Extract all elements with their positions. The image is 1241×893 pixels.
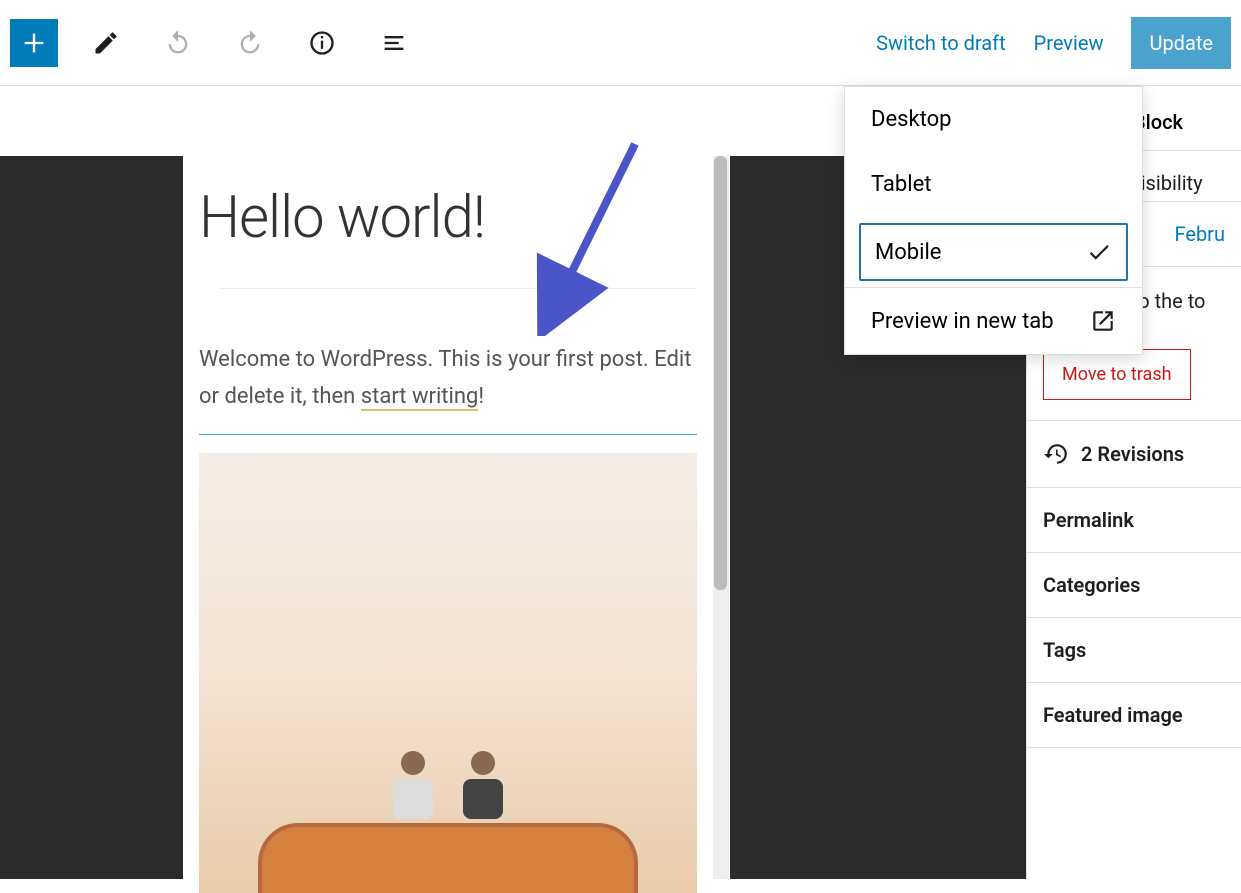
canvas-bg-left <box>0 156 183 879</box>
scrollbar-thumb[interactable] <box>714 156 727 590</box>
preview-new-tab-label: Preview in new tab <box>871 309 1054 334</box>
info-icon <box>308 29 336 57</box>
details-button[interactable] <box>298 19 346 67</box>
publish-date-link[interactable]: Febru <box>1175 222 1226 246</box>
redo-icon <box>236 29 264 57</box>
image-figure-2 <box>458 751 508 831</box>
start-writing-link[interactable]: start writing <box>361 384 479 411</box>
block-select-line <box>199 434 697 435</box>
image-van <box>258 823 638 893</box>
preview-new-tab[interactable]: Preview in new tab <box>845 288 1142 354</box>
mobile-preview-frame: Hello world! Welcome to WordPress. This … <box>183 156 713 879</box>
list-view-icon <box>380 29 408 57</box>
history-icon <box>1043 441 1069 467</box>
post-paragraph[interactable]: Welcome to WordPress. This is your first… <box>199 341 697 416</box>
plus-icon <box>20 29 48 57</box>
tools-button[interactable] <box>82 19 130 67</box>
preview-dropdown: Desktop Tablet Mobile Preview in new tab <box>844 86 1143 355</box>
toolbar-right: Switch to draft Preview Update <box>876 17 1231 69</box>
categories-panel[interactable]: Categories <box>1027 553 1241 618</box>
redo-button[interactable] <box>226 19 274 67</box>
revisions-row[interactable]: 2 Revisions <box>1027 421 1241 488</box>
toolbar-left <box>10 19 418 67</box>
canvas-scrollbar[interactable] <box>712 156 729 879</box>
outline-button[interactable] <box>370 19 418 67</box>
add-block-button[interactable] <box>10 19 58 67</box>
body-text-post: ! <box>478 384 484 409</box>
preview-button[interactable]: Preview <box>1034 31 1104 55</box>
editor-toolbar: Switch to draft Preview Update <box>0 0 1241 86</box>
image-figure-1 <box>388 751 438 831</box>
external-link-icon <box>1090 308 1116 334</box>
preview-option-desktop[interactable]: Desktop <box>845 87 1142 152</box>
revisions-label: 2 Revisions <box>1081 442 1184 466</box>
preview-mobile-label: Mobile <box>875 240 941 265</box>
move-to-trash-button[interactable]: Move to trash <box>1043 349 1191 400</box>
post-title[interactable]: Hello world! <box>199 184 697 252</box>
undo-button[interactable] <box>154 19 202 67</box>
undo-icon <box>164 29 192 57</box>
preview-option-tablet[interactable]: Tablet <box>845 152 1142 217</box>
image-block[interactable] <box>199 453 697 893</box>
featured-image-panel[interactable]: Featured image <box>1027 683 1241 748</box>
switch-to-draft-button[interactable]: Switch to draft <box>876 31 1006 55</box>
permalink-panel[interactable]: Permalink <box>1027 488 1241 553</box>
check-icon <box>1086 239 1112 265</box>
pencil-icon <box>92 29 120 57</box>
preview-option-mobile[interactable]: Mobile <box>859 223 1128 281</box>
title-separator <box>219 288 697 289</box>
tags-panel[interactable]: Tags <box>1027 618 1241 683</box>
update-button[interactable]: Update <box>1131 17 1231 69</box>
